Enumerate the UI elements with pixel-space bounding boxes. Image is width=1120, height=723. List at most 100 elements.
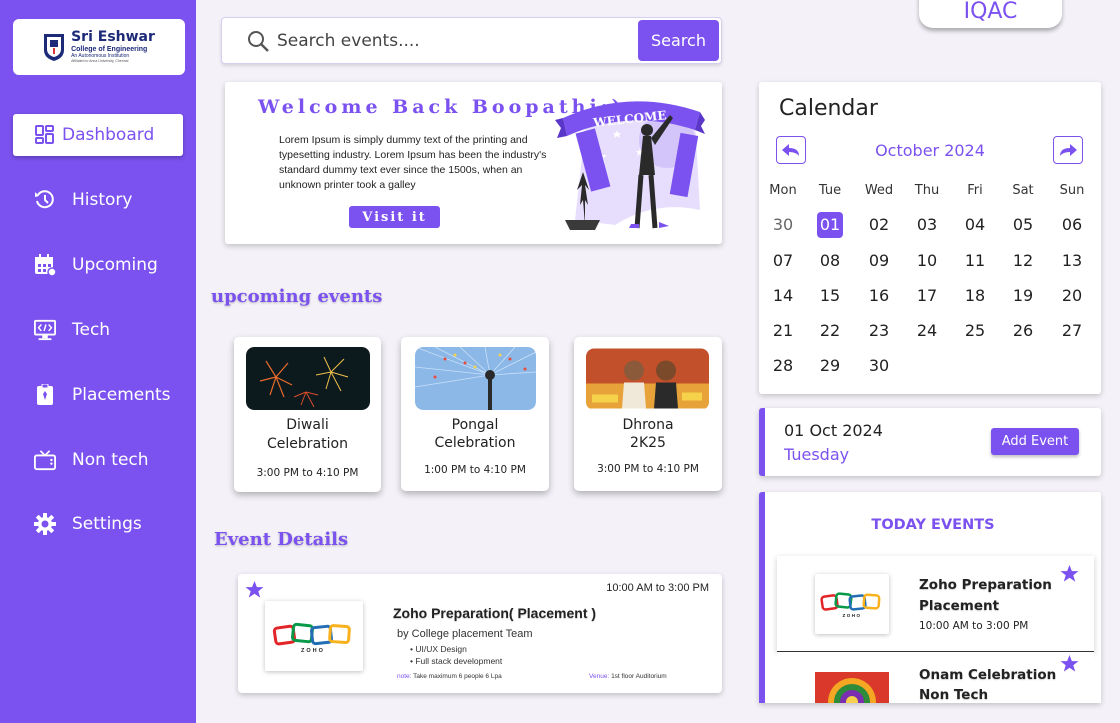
- arrow-right-icon: [1060, 144, 1077, 156]
- search-bar: Search: [221, 17, 722, 64]
- detail-bullet: • Full stack development: [410, 656, 503, 666]
- svg-text:ZOHO: ZOHO: [843, 613, 862, 618]
- calendar-icon: [34, 254, 56, 276]
- star-icon[interactable]: [1060, 654, 1079, 673]
- selected-date: 01 Oct 2024: [784, 421, 883, 440]
- calendar-day[interactable]: 15: [810, 283, 850, 309]
- code-monitor-icon: [34, 319, 56, 341]
- calendar-day[interactable]: 30: [763, 212, 803, 238]
- detail-title: Zoho Preparation( Placement ): [393, 605, 597, 621]
- next-month-button[interactable]: [1053, 136, 1083, 164]
- calendar-day[interactable]: 30: [859, 353, 899, 379]
- calendar-day[interactable]: 13: [1052, 248, 1092, 274]
- onam-rangoli-image: [815, 672, 889, 703]
- sidebar-item-label: Dashboard: [62, 125, 155, 145]
- calendar-day[interactable]: 09: [859, 248, 899, 274]
- weekday-label: Mon: [769, 183, 797, 198]
- zoho-logo: ZOHO: [265, 601, 363, 671]
- dhrona-poster-image: [586, 348, 709, 409]
- id-badge-icon: [34, 384, 56, 406]
- today-event-item[interactable]: Onam Celebration Non Tech: [777, 652, 1094, 703]
- calendar-title: Calendar: [779, 96, 878, 121]
- event-card-diwali[interactable]: Diwali Celebration 3:00 PM to 4:10 PM: [234, 337, 381, 492]
- college-logo[interactable]: Sri Eshwar College of Engineering An Aut…: [13, 19, 185, 75]
- sidebar-item-label: Non tech: [72, 450, 149, 470]
- calendar-day[interactable]: 16: [859, 283, 899, 309]
- welcome-illustration: WELCOME: [555, 101, 705, 230]
- star-icon[interactable]: [1060, 564, 1079, 583]
- sidebar-item-label: Placements: [72, 385, 171, 405]
- search-input[interactable]: [277, 28, 627, 54]
- calendar-day[interactable]: 29: [810, 353, 850, 379]
- calendar-day[interactable]: 12: [1003, 248, 1043, 274]
- tv-icon: [34, 449, 56, 471]
- detail-time: 10:00 AM to 3:00 PM: [606, 582, 709, 594]
- calendar-day[interactable]: 03: [907, 212, 947, 238]
- sidebar-item-dashboard[interactable]: Dashboard: [13, 114, 183, 156]
- event-time: 1:00 PM to 4:10 PM: [424, 464, 526, 476]
- weekday-label: Wed: [864, 183, 894, 198]
- weekday-label: Sun: [1059, 183, 1085, 198]
- calendar-day[interactable]: 06: [1052, 212, 1092, 238]
- today-event-name: Onam Celebration: [919, 667, 1057, 683]
- calendar-day[interactable]: 21: [763, 318, 803, 344]
- calendar-day[interactable]: 04: [955, 212, 995, 238]
- selected-date-bar: 01 Oct 2024 Tuesday Add Event: [759, 408, 1101, 476]
- calendar-day[interactable]: 24: [907, 318, 947, 344]
- event-name: Celebration: [267, 436, 348, 452]
- calendar-day[interactable]: 20: [1052, 283, 1092, 309]
- calendar-day[interactable]: 11: [955, 248, 995, 274]
- add-event-button[interactable]: Add Event: [991, 428, 1079, 455]
- weekday-label: Fri: [967, 183, 983, 198]
- weekday-label: Tue: [818, 183, 842, 198]
- diwali-fireworks-image: [246, 347, 370, 410]
- college-crest-icon: [44, 34, 65, 61]
- calendar-day[interactable]: 02: [859, 212, 899, 238]
- weekday-label: Thu: [914, 183, 940, 198]
- calendar-day[interactable]: 10: [907, 248, 947, 274]
- detail-venue: Venue: 1st floor Auditorium: [589, 673, 667, 680]
- event-name: Dhrona: [622, 417, 674, 433]
- search-icon: [248, 31, 269, 52]
- star-icon[interactable]: [245, 580, 264, 599]
- event-time: 3:00 PM to 4:10 PM: [256, 467, 359, 479]
- pongal-decoration-image: [415, 347, 536, 410]
- sidebar-item-placements[interactable]: Placements: [13, 374, 183, 416]
- calendar-day[interactable]: 19: [1003, 283, 1043, 309]
- event-card-pongal[interactable]: Pongal Celebration 1:00 PM to 4:10 PM: [401, 337, 549, 491]
- calendar-day[interactable]: 18: [955, 283, 995, 309]
- event-card-dhrona[interactable]: Dhrona 2K25 3:00 PM to 4:10 PM: [574, 337, 722, 491]
- sidebar-item-non-tech[interactable]: Non tech: [13, 439, 183, 481]
- event-name: 2K25: [630, 435, 666, 451]
- calendar-day[interactable]: 26: [1003, 318, 1043, 344]
- dashboard-icon: [34, 124, 56, 146]
- sidebar-item-label: History: [72, 190, 133, 210]
- calendar-day[interactable]: 25: [955, 318, 995, 344]
- zoho-logo-icon: ZOHO: [820, 592, 881, 618]
- calendar-day[interactable]: 17: [907, 283, 947, 309]
- visit-it-button[interactable]: Visit it: [349, 206, 440, 228]
- calendar-day[interactable]: 07: [763, 248, 803, 274]
- history-icon: [34, 189, 56, 211]
- calendar-day[interactable]: 08: [810, 248, 850, 274]
- sidebar-item-label: Settings: [72, 514, 142, 534]
- calendar-day[interactable]: 28: [763, 353, 803, 379]
- event-name: Celebration: [434, 435, 516, 451]
- calendar-day[interactable]: 22: [810, 318, 850, 344]
- svg-text:ZOHO: ZOHO: [301, 648, 325, 654]
- iqac-button[interactable]: IQAC: [919, 0, 1062, 28]
- calendar-day[interactable]: 14: [763, 283, 803, 309]
- today-event-category: Placement: [919, 598, 1000, 614]
- sidebar-item-tech[interactable]: Tech: [13, 309, 183, 351]
- sidebar-item-settings[interactable]: Settings: [13, 503, 183, 545]
- sidebar-item-history[interactable]: History: [13, 179, 183, 221]
- calendar-day[interactable]: 23: [859, 318, 899, 344]
- event-detail-card[interactable]: 10:00 AM to 3:00 PM ZOHO Zoho Preparatio…: [238, 574, 722, 693]
- event-name: Diwali: [286, 417, 329, 433]
- calendar-day[interactable]: 05: [1003, 212, 1043, 238]
- search-button[interactable]: Search: [638, 20, 719, 61]
- calendar-day[interactable]: 01: [810, 212, 850, 238]
- today-event-item[interactable]: ZOHO Zoho Preparation Placement 10:00 AM…: [777, 556, 1094, 652]
- sidebar-item-upcoming[interactable]: Upcoming: [13, 244, 183, 286]
- calendar-day[interactable]: 27: [1052, 318, 1092, 344]
